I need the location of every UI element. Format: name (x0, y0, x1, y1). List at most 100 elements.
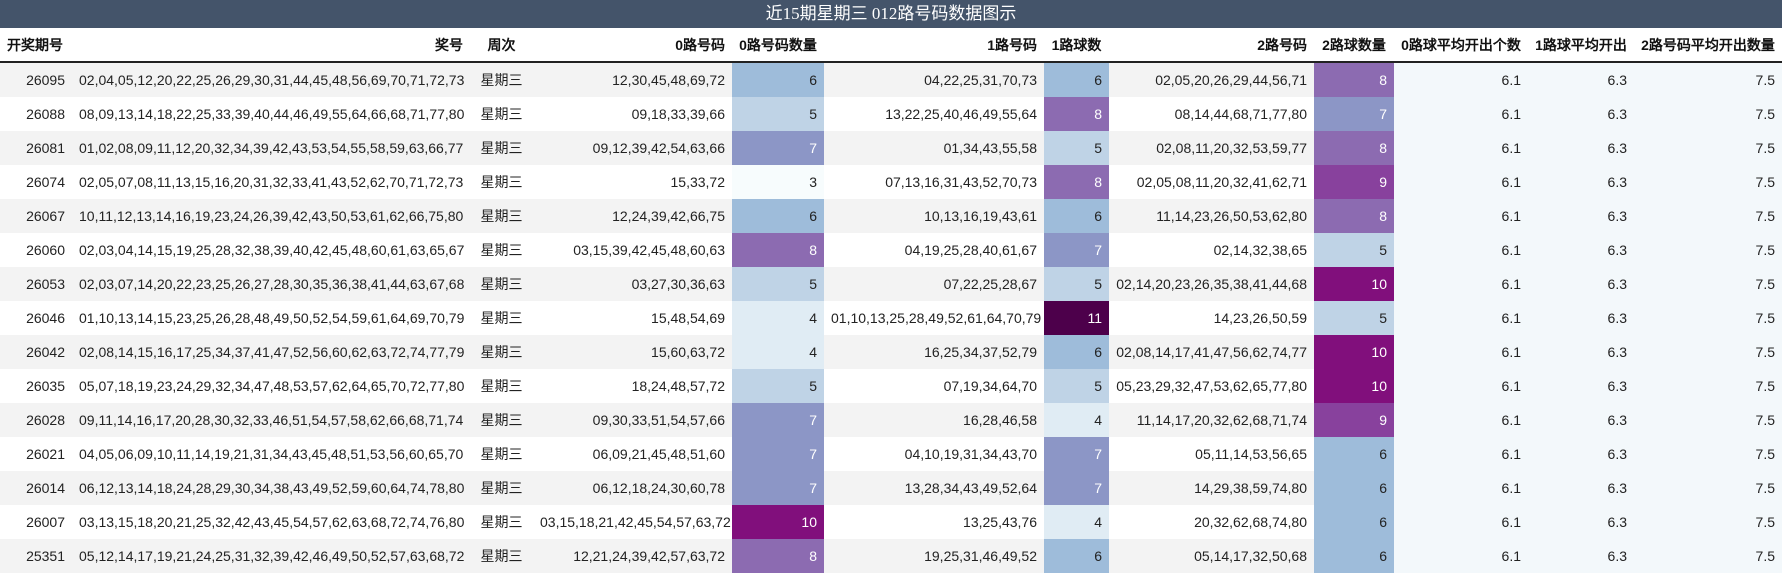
cell-avg2: 7.5 (1634, 369, 1782, 403)
cell-route1: 07,22,25,28,67 (824, 267, 1044, 301)
cell-avg2: 7.5 (1634, 165, 1782, 199)
cell-route0-count: 5 (732, 369, 824, 403)
cell-route1-count: 6 (1044, 62, 1109, 97)
cell-route2-count: 8 (1314, 62, 1394, 97)
cell-route2: 14,23,26,50,59 (1109, 301, 1314, 335)
header-weekday: 周次 (470, 28, 533, 63)
cell-numbers: 02,03,07,14,20,22,23,25,26,27,28,30,35,3… (72, 267, 470, 301)
cell-avg2: 7.5 (1634, 233, 1782, 267)
cell-route0-count: 6 (732, 199, 824, 233)
cell-route2: 02,14,32,38,65 (1109, 233, 1314, 267)
cell-avg1: 6.3 (1528, 199, 1634, 233)
header-route2-count: 2路球数量 (1314, 28, 1394, 63)
cell-avg2: 7.5 (1634, 267, 1782, 301)
cell-route2-count: 7 (1314, 97, 1394, 131)
cell-issue: 26081 (0, 131, 72, 165)
cell-route0: 12,24,39,42,66,75 (533, 199, 732, 233)
cell-numbers: 01,02,08,09,11,12,20,32,34,39,42,43,53,5… (72, 131, 470, 165)
cell-route0: 15,33,72 (533, 165, 732, 199)
cell-route2: 05,11,14,53,56,65 (1109, 437, 1314, 471)
cell-avg2: 7.5 (1634, 97, 1782, 131)
cell-route2: 20,32,62,68,74,80 (1109, 505, 1314, 539)
cell-issue: 26053 (0, 267, 72, 301)
cell-route1-count: 6 (1044, 539, 1109, 573)
chart-container: 近15期星期三 012路号码数据图示 开奖期号 奖号 周次 0路号码 0路号码数… (0, 0, 1782, 574)
cell-route2: 08,14,44,68,71,77,80 (1109, 97, 1314, 131)
cell-weekday: 星期三 (470, 62, 533, 97)
cell-avg0: 6.1 (1394, 301, 1528, 335)
cell-route1-count: 8 (1044, 97, 1109, 131)
header-issue: 开奖期号 (0, 28, 72, 63)
table-row: 26088 08,09,13,14,18,22,25,33,39,40,44,46… (0, 97, 1782, 131)
cell-route0: 15,48,54,69 (533, 301, 732, 335)
cell-route2: 05,14,17,32,50,68 (1109, 539, 1314, 573)
cell-route0-count: 6 (732, 62, 824, 97)
cell-avg0: 6.1 (1394, 233, 1528, 267)
cell-route0: 03,15,18,21,42,45,54,57,63,72 (533, 505, 732, 539)
cell-avg1: 6.3 (1528, 131, 1634, 165)
cell-route2-count: 6 (1314, 539, 1394, 573)
cell-weekday: 星期三 (470, 131, 533, 165)
cell-weekday: 星期三 (470, 369, 533, 403)
cell-issue: 26067 (0, 199, 72, 233)
cell-route0: 03,15,39,42,45,48,60,63 (533, 233, 732, 267)
cell-avg2: 7.5 (1634, 505, 1782, 539)
cell-route1-count: 7 (1044, 471, 1109, 505)
table-row: 26053 02,03,07,14,20,22,23,25,26,27,28,30… (0, 267, 1782, 301)
cell-route1: 13,22,25,40,46,49,55,64 (824, 97, 1044, 131)
cell-route1: 10,13,16,19,43,61 (824, 199, 1044, 233)
cell-issue: 26021 (0, 437, 72, 471)
cell-route2-count: 9 (1314, 165, 1394, 199)
cell-route0: 09,12,39,42,54,63,66 (533, 131, 732, 165)
cell-route1: 01,34,43,55,58 (824, 131, 1044, 165)
cell-avg2: 7.5 (1634, 403, 1782, 437)
cell-route2: 02,05,20,26,29,44,56,71 (1109, 62, 1314, 97)
header-avg0: 0路球平均开出个数 (1394, 28, 1528, 63)
table-row: 26042 02,08,14,15,16,17,25,34,37,41,47,52… (0, 335, 1782, 369)
cell-route0-count: 7 (732, 437, 824, 471)
cell-route0-count: 5 (732, 97, 824, 131)
table-row: 26060 02,03,04,14,15,19,25,28,32,38,39,40… (0, 233, 1782, 267)
cell-avg1: 6.3 (1528, 301, 1634, 335)
cell-avg0: 6.1 (1394, 267, 1528, 301)
table-row: 26035 05,07,18,19,23,24,29,32,34,47,48,53… (0, 369, 1782, 403)
cell-route2-count: 8 (1314, 131, 1394, 165)
cell-numbers: 09,11,14,16,17,20,28,30,32,33,46,51,54,5… (72, 403, 470, 437)
cell-avg1: 6.3 (1528, 403, 1634, 437)
cell-issue: 26028 (0, 403, 72, 437)
cell-issue: 26007 (0, 505, 72, 539)
cell-route1: 13,28,34,43,49,52,64 (824, 471, 1044, 505)
cell-route1: 19,25,31,46,49,52 (824, 539, 1044, 573)
cell-route2-count: 10 (1314, 335, 1394, 369)
cell-route0: 09,30,33,51,54,57,66 (533, 403, 732, 437)
cell-weekday: 星期三 (470, 403, 533, 437)
cell-weekday: 星期三 (470, 165, 533, 199)
cell-issue: 26042 (0, 335, 72, 369)
cell-route1: 04,19,25,28,40,61,67 (824, 233, 1044, 267)
table-row: 25351 05,12,14,17,19,21,24,25,31,32,39,42… (0, 539, 1782, 573)
cell-issue: 26060 (0, 233, 72, 267)
cell-avg2: 7.5 (1634, 62, 1782, 97)
header-avg1: 1路球平均开出 (1528, 28, 1634, 63)
cell-issue: 26095 (0, 62, 72, 97)
cell-route1: 13,25,43,76 (824, 505, 1044, 539)
cell-route2-count: 6 (1314, 471, 1394, 505)
cell-avg2: 7.5 (1634, 335, 1782, 369)
cell-route1: 01,10,13,25,28,49,52,61,64,70,79 (824, 301, 1044, 335)
cell-avg0: 6.1 (1394, 62, 1528, 97)
cell-avg1: 6.3 (1528, 233, 1634, 267)
cell-weekday: 星期三 (470, 97, 533, 131)
table-row: 26067 10,11,12,13,14,16,19,23,24,26,39,42… (0, 199, 1782, 233)
cell-route0-count: 8 (732, 233, 824, 267)
cell-issue: 26014 (0, 471, 72, 505)
cell-issue: 26074 (0, 165, 72, 199)
header-route0-count: 0路号码数量 (732, 28, 824, 63)
cell-route1-count: 5 (1044, 131, 1109, 165)
cell-avg0: 6.1 (1394, 437, 1528, 471)
cell-avg1: 6.3 (1528, 165, 1634, 199)
cell-numbers: 02,08,14,15,16,17,25,34,37,41,47,52,56,6… (72, 335, 470, 369)
cell-route0: 12,21,24,39,42,57,63,72 (533, 539, 732, 573)
cell-route0-count: 4 (732, 301, 824, 335)
table-row: 26081 01,02,08,09,11,12,20,32,34,39,42,43… (0, 131, 1782, 165)
cell-route0-count: 8 (732, 539, 824, 573)
